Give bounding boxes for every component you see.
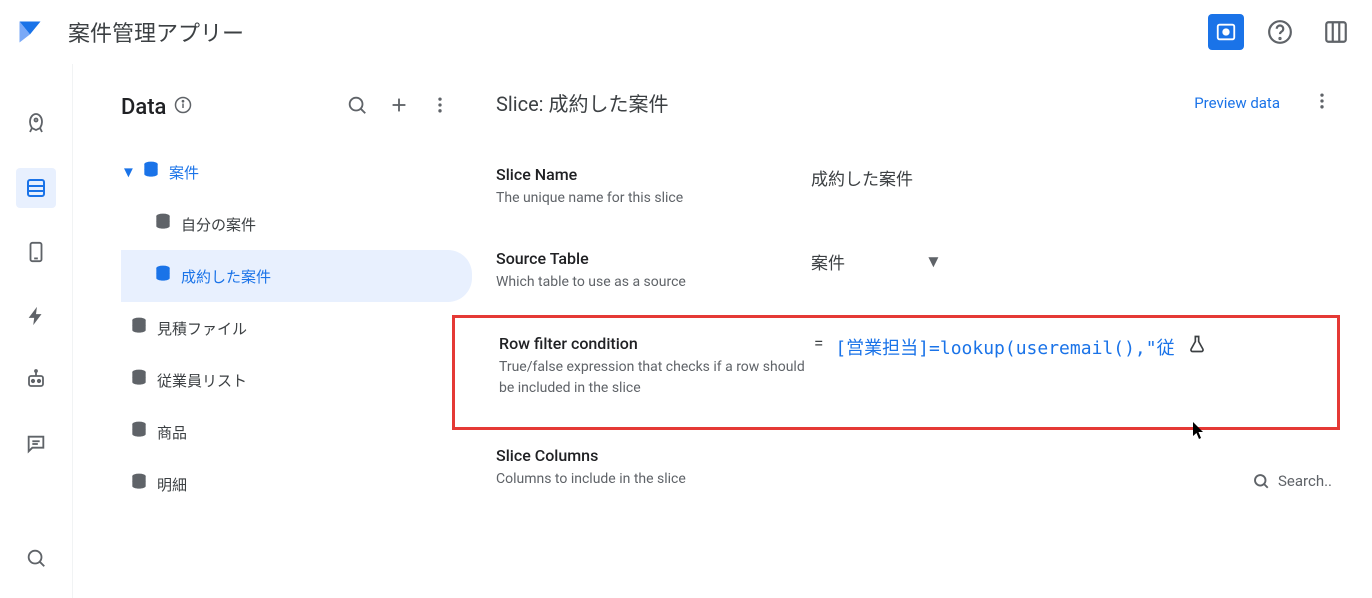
field-sublabel: True/false expression that checks if a r… <box>499 357 814 399</box>
tree-item-label: 従業員リスト <box>157 370 247 391</box>
preview-data-link[interactable]: Preview data <box>1194 94 1280 112</box>
database-icon <box>129 472 149 496</box>
tree-item-label: 明細 <box>157 474 187 495</box>
tree-item-label: 案件 <box>169 162 199 183</box>
database-icon <box>141 160 161 184</box>
field-label: Source Table <box>496 249 811 268</box>
help-icon[interactable] <box>1260 12 1300 52</box>
nav-chat-icon[interactable] <box>16 424 56 464</box>
nav-search-icon[interactable] <box>16 538 56 578</box>
tree-parent-item[interactable]: ▼ 案件 <box>121 146 472 198</box>
field-label: Slice Name <box>496 165 811 184</box>
highlighted-section: Row filter condition True/false expressi… <box>452 315 1340 430</box>
panel-title: Data <box>121 95 166 120</box>
search-icon[interactable] <box>340 88 374 126</box>
field-sublabel: Which table to use as a source <box>496 272 811 293</box>
tree-child-item[interactable]: 自分の案件 <box>121 198 472 250</box>
add-icon[interactable] <box>382 88 416 126</box>
field-label: Row filter condition <box>499 334 814 353</box>
tree-child-item[interactable]: 明細 <box>121 458 472 510</box>
appsheet-logo-icon <box>16 18 44 46</box>
tree-item-label: 自分の案件 <box>181 214 256 235</box>
tree-child-item-selected[interactable]: 成約した案件 <box>121 250 472 302</box>
nav-data-icon[interactable] <box>16 168 56 208</box>
database-icon <box>153 264 173 288</box>
chevron-down-icon: ▼ <box>925 252 942 272</box>
field-label: Slice Columns <box>496 446 811 465</box>
info-icon[interactable] <box>174 96 192 118</box>
preview-button[interactable] <box>1208 14 1244 50</box>
nav-views-icon[interactable] <box>16 232 56 272</box>
field-sublabel: Columns to include in the slice <box>496 469 811 490</box>
caret-down-icon: ▼ <box>121 163 133 181</box>
nav-actions-icon[interactable] <box>16 296 56 336</box>
flask-icon[interactable] <box>1187 334 1207 359</box>
more-vert-icon[interactable] <box>1312 91 1332 115</box>
tree-item-label: 成約した案件 <box>181 266 271 287</box>
row-filter-expression[interactable]: = [営業担当]=lookup(useremail(),"従 <box>814 334 1329 360</box>
nav-bots-icon[interactable] <box>16 360 56 400</box>
columns-search-input[interactable]: Search.. <box>1252 472 1332 490</box>
grid-menu-icon[interactable] <box>1316 12 1356 52</box>
app-title: 案件管理アプリー <box>68 16 1208 48</box>
database-icon <box>129 420 149 444</box>
slice-name-value[interactable]: 成約した案件 <box>811 165 1332 209</box>
source-table-select[interactable]: 案件 ▼ <box>811 249 1332 274</box>
field-sublabel: The unique name for this slice <box>496 188 811 209</box>
tree-child-item[interactable]: 従業員リスト <box>121 354 472 406</box>
slice-header: Slice: 成約した案件 <box>496 88 668 117</box>
database-icon <box>153 212 173 236</box>
tree-item-label: 商品 <box>157 422 187 443</box>
more-vert-icon[interactable] <box>424 89 456 125</box>
tree-child-item[interactable]: 商品 <box>121 406 472 458</box>
nav-rocket-icon[interactable] <box>16 104 56 144</box>
database-icon <box>129 368 149 392</box>
tree-item-label: 見積ファイル <box>157 318 247 339</box>
tree-child-item[interactable]: 見積ファイル <box>121 302 472 354</box>
database-icon <box>129 316 149 340</box>
